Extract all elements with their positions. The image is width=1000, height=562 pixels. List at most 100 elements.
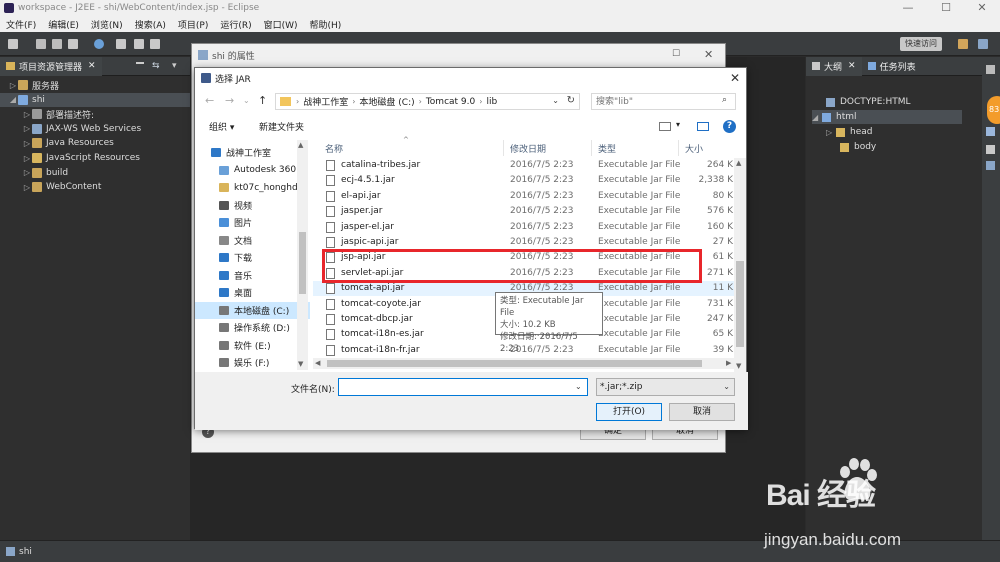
nav-item[interactable]: 下载 bbox=[195, 249, 310, 266]
breadcrumb-item[interactable]: 本地磁盘 (C:) bbox=[359, 95, 414, 108]
close-button[interactable]: ✕ bbox=[964, 0, 1000, 16]
nav-item[interactable]: 娱乐 (F:) bbox=[195, 354, 310, 371]
back-arrow-icon[interactable]: ← bbox=[205, 94, 214, 107]
expand-toggle-icon[interactable]: ▷ bbox=[22, 168, 32, 177]
expand-toggle-icon[interactable]: ▷ bbox=[22, 139, 32, 148]
column-type[interactable]: 类型 bbox=[592, 140, 679, 156]
refresh-icon[interactable]: ↻ bbox=[567, 95, 575, 106]
tree-item[interactable]: ▷ 服务器 bbox=[0, 78, 59, 92]
breadcrumb-item[interactable]: 战神工作室 bbox=[303, 95, 348, 108]
column-date[interactable]: 修改日期 bbox=[504, 140, 592, 156]
column-size[interactable]: 大小 bbox=[679, 140, 735, 156]
view-menu-icon[interactable]: ▾ bbox=[172, 61, 177, 71]
javaee-perspective-icon[interactable] bbox=[978, 39, 988, 49]
print-icon[interactable] bbox=[68, 39, 78, 49]
nav-item[interactable]: 战神工作室 bbox=[195, 144, 310, 161]
horizontal-scrollbar[interactable]: ◀ ▶ bbox=[313, 358, 736, 369]
nav-item[interactable]: 操作系统 (D:) bbox=[195, 319, 310, 336]
scroll-down-icon[interactable]: ▼ bbox=[736, 362, 741, 370]
menu-item[interactable]: 窗口(W) bbox=[258, 18, 304, 31]
nav-item[interactable]: 软件 (E:) bbox=[195, 337, 310, 354]
address-bar[interactable]: › 战神工作室 › 本地磁盘 (C:) › Tomcat 9.0 › lib ⌄… bbox=[275, 93, 580, 110]
expand-toggle-icon[interactable]: ▷ bbox=[22, 183, 32, 192]
open-button[interactable]: 打开(O) bbox=[596, 403, 662, 421]
tree-item[interactable]: ▷ JAX-WS Web Services bbox=[0, 122, 141, 136]
outline-item[interactable]: ▷ head bbox=[826, 125, 872, 139]
menu-item[interactable]: 项目(P) bbox=[172, 18, 214, 31]
expand-toggle-icon[interactable]: ◢ bbox=[8, 95, 18, 104]
link-editor-icon[interactable]: ⇆ bbox=[152, 61, 160, 71]
column-name[interactable]: 名称 ^ bbox=[313, 136, 504, 156]
tree-item[interactable]: ▷ 部署描述符: bbox=[0, 107, 94, 121]
suspend-icon[interactable] bbox=[134, 39, 144, 49]
expand-toggle-icon[interactable]: ▷ bbox=[22, 124, 32, 133]
file-row[interactable]: jasper.jar 2016/7/5 2:23 Executable Jar Fi… bbox=[313, 204, 735, 219]
maximize-button[interactable]: ☐ bbox=[928, 0, 964, 16]
outline-item[interactable]: ◢ html bbox=[812, 110, 962, 124]
dialog-help-icon[interactable]: ? bbox=[723, 120, 736, 133]
close-outline-icon[interactable]: ✕ bbox=[848, 61, 856, 71]
scroll-left-icon[interactable]: ◀ bbox=[315, 359, 320, 367]
file-row[interactable]: ecj-4.5.1.jar 2016/7/5 2:23 Executable Jar… bbox=[313, 173, 735, 188]
save-icon[interactable] bbox=[36, 39, 46, 49]
close-tab-icon[interactable]: ✕ bbox=[88, 61, 96, 71]
nav-item[interactable]: kt07c_honghd bbox=[195, 179, 310, 196]
outline-item[interactable]: DOCTYPE:HTML bbox=[826, 95, 910, 109]
file-row[interactable]: el-api.jar 2016/7/5 2:23 Executable Jar Fi… bbox=[313, 189, 735, 204]
tree-item[interactable]: ◢ shi bbox=[0, 92, 190, 107]
quick-access-field[interactable]: 快速访问 bbox=[900, 37, 942, 51]
filename-input[interactable] bbox=[338, 378, 588, 396]
address-dropdown-icon[interactable]: ⌄ bbox=[552, 96, 559, 105]
breadcrumb-item[interactable]: lib bbox=[486, 97, 497, 107]
up-arrow-icon[interactable]: ↑ bbox=[258, 94, 267, 107]
navigation-scrollbar[interactable]: ▲ ▼ bbox=[297, 140, 308, 370]
filename-dropdown-icon[interactable]: ⌄ bbox=[575, 382, 582, 391]
expand-toggle-icon[interactable]: ▷ bbox=[22, 110, 32, 119]
tree-item[interactable]: ▷ Java Resources bbox=[0, 136, 114, 150]
scroll-up-icon[interactable]: ▲ bbox=[298, 141, 303, 149]
properties-close-icon[interactable]: ✕ bbox=[704, 48, 713, 61]
tab-tasks[interactable]: 任务列表 bbox=[862, 57, 922, 76]
file-list-scrollbar[interactable]: ▲ ▼ bbox=[734, 158, 746, 372]
menu-item[interactable]: 文件(F) bbox=[0, 18, 42, 31]
nav-item[interactable]: 文档 bbox=[195, 232, 310, 249]
menu-item[interactable]: 帮助(H) bbox=[304, 18, 348, 31]
minimize-panel-icon[interactable] bbox=[136, 62, 144, 64]
menu-item[interactable]: 浏览(N) bbox=[85, 18, 129, 31]
scroll-right-icon[interactable]: ▶ bbox=[726, 359, 731, 367]
open-perspective-icon[interactable] bbox=[958, 39, 968, 49]
view-options-icon[interactable] bbox=[659, 122, 671, 131]
tree-item[interactable]: ▷ build bbox=[0, 166, 68, 180]
view-dropdown-icon[interactable]: ▾ bbox=[676, 120, 680, 129]
cancel-button[interactable]: 取消 bbox=[669, 403, 735, 421]
search-input[interactable] bbox=[591, 93, 736, 110]
nav-item[interactable]: Autodesk 360 bbox=[195, 162, 310, 179]
restore-icon[interactable] bbox=[986, 65, 995, 74]
new-folder-button[interactable]: 新建文件夹 bbox=[259, 120, 304, 133]
file-row[interactable]: catalina-tribes.jar 2016/7/5 2:23 Executab… bbox=[313, 158, 735, 173]
scroll-down-icon[interactable]: ▼ bbox=[298, 360, 303, 368]
horizontal-scroll-thumb[interactable] bbox=[327, 360, 702, 367]
properties-icon[interactable] bbox=[986, 145, 995, 154]
organize-button[interactable]: 组织 ▾ bbox=[209, 120, 234, 133]
collapse-icon[interactable]: ◢ bbox=[812, 113, 822, 122]
terminate-icon[interactable] bbox=[150, 39, 160, 49]
breadcrumb-item[interactable]: Tomcat 9.0 bbox=[426, 97, 475, 107]
tree-item[interactable]: ▷ JavaScript Resources bbox=[0, 151, 140, 165]
scroll-thumb[interactable] bbox=[736, 261, 744, 347]
menu-item[interactable]: 搜索(A) bbox=[129, 18, 172, 31]
save-all-icon[interactable] bbox=[52, 39, 62, 49]
debug-icon[interactable] bbox=[94, 39, 104, 49]
expand-toggle-icon[interactable]: ▷ bbox=[8, 81, 18, 90]
palette-icon[interactable] bbox=[986, 127, 995, 136]
recent-dropdown-icon[interactable]: ⌄ bbox=[243, 96, 250, 105]
preview-pane-icon[interactable] bbox=[697, 122, 709, 131]
resume-icon[interactable] bbox=[116, 39, 126, 49]
expand-icon[interactable]: ▷ bbox=[826, 128, 836, 137]
nav-item[interactable]: 图片 bbox=[195, 214, 310, 231]
nav-item[interactable]: 桌面 bbox=[195, 284, 310, 301]
file-row[interactable]: jaspic-api.jar 2016/7/5 2:23 Executable Ja… bbox=[313, 235, 735, 250]
menu-item[interactable]: 编辑(E) bbox=[42, 18, 85, 31]
forward-arrow-icon[interactable]: → bbox=[225, 94, 234, 107]
expand-toggle-icon[interactable]: ▷ bbox=[22, 154, 32, 163]
